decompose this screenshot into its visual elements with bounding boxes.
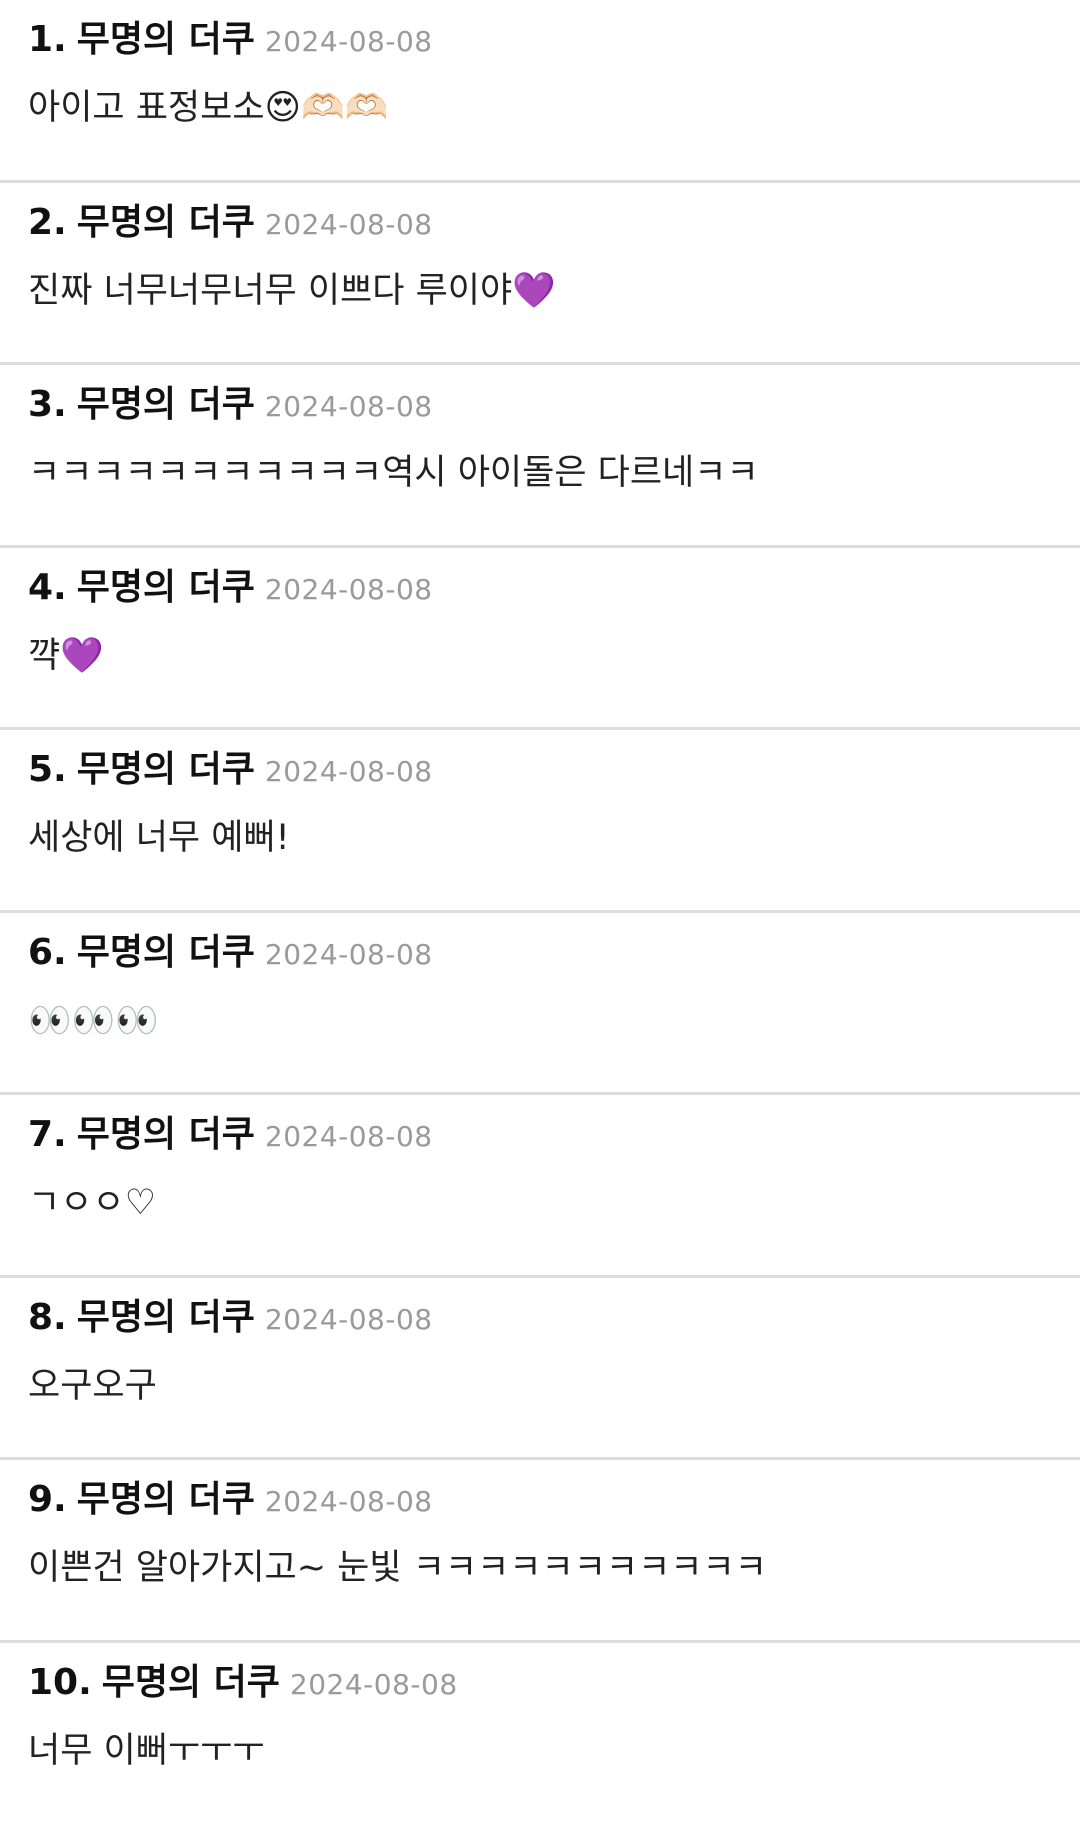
comment-number: 8. bbox=[28, 1292, 67, 1344]
comment-item[interactable]: 9. 무명의 더쿠 2024-08-08 이쁜건 알아가지고~ 눈빛 ㅋㅋㅋㅋㅋ… bbox=[0, 1460, 1080, 1643]
comment-text: 세상에 너무 예뻐! bbox=[28, 812, 1052, 864]
comment-number: 10. bbox=[28, 1657, 92, 1709]
comment-text: ㅋㅋㅋㅋㅋㅋㅋㅋㅋㅋㅋ역시 아이돌은 다르네ㅋㅋ bbox=[28, 447, 1052, 499]
comment-date: 2024-08-08 bbox=[265, 1476, 433, 1528]
comment-item[interactable]: 6. 무명의 더쿠 2024-08-08 👀👀👀 bbox=[0, 913, 1080, 1096]
comment-header: 4. 무명의 더쿠 2024-08-08 bbox=[28, 562, 1052, 614]
comment-number: 2. bbox=[28, 197, 67, 249]
comment-date: 2024-08-08 bbox=[265, 1111, 433, 1163]
comment-number: 3. bbox=[28, 379, 67, 431]
comment-author: 무명의 더쿠 bbox=[102, 1657, 280, 1709]
comment-number: 4. bbox=[28, 562, 67, 614]
comment-date: 2024-08-08 bbox=[265, 199, 433, 251]
comment-text: 👀👀👀 bbox=[28, 995, 1052, 1047]
comment-header: 8. 무명의 더쿠 2024-08-08 bbox=[28, 1292, 1052, 1344]
comment-date: 2024-08-08 bbox=[265, 1294, 433, 1346]
comment-header: 9. 무명의 더쿠 2024-08-08 bbox=[28, 1474, 1052, 1526]
comment-text: ㄱㅇㅇ♡ bbox=[28, 1177, 1052, 1229]
comment-date: 2024-08-08 bbox=[265, 564, 433, 616]
comment-item[interactable]: 1. 무명의 더쿠 2024-08-08 아이고 표정보소😍🫶🏻🫶🏻 bbox=[0, 0, 1080, 183]
comment-author: 무명의 더쿠 bbox=[77, 14, 255, 66]
comment-header: 3. 무명의 더쿠 2024-08-08 bbox=[28, 379, 1052, 431]
comment-header: 6. 무명의 더쿠 2024-08-08 bbox=[28, 927, 1052, 979]
comment-author: 무명의 더쿠 bbox=[77, 744, 255, 796]
comment-item[interactable]: 5. 무명의 더쿠 2024-08-08 세상에 너무 예뻐! bbox=[0, 730, 1080, 913]
comment-item[interactable]: 10. 무명의 더쿠 2024-08-08 너무 이뻐ㅜㅜㅜ bbox=[0, 1643, 1080, 1825]
comment-date: 2024-08-08 bbox=[265, 746, 433, 798]
comment-author: 무명의 더쿠 bbox=[77, 1109, 255, 1161]
comment-author: 무명의 더쿠 bbox=[77, 562, 255, 614]
comment-text: 이쁜건 알아가지고~ 눈빛 ㅋㅋㅋㅋㅋㅋㅋㅋㅋㅋㅋ bbox=[28, 1542, 1052, 1594]
comment-number: 9. bbox=[28, 1474, 67, 1526]
comment-item[interactable]: 2. 무명의 더쿠 2024-08-08 진짜 너무너무너무 이쁘다 루이야💜 bbox=[0, 183, 1080, 366]
comment-list: 1. 무명의 더쿠 2024-08-08 아이고 표정보소😍🫶🏻🫶🏻 2. 무명… bbox=[0, 0, 1080, 1825]
comment-text: 오구오구 bbox=[28, 1360, 1052, 1412]
comment-text: 진짜 너무너무너무 이쁘다 루이야💜 bbox=[28, 265, 1052, 317]
comment-item[interactable]: 4. 무명의 더쿠 2024-08-08 꺅💜 bbox=[0, 548, 1080, 731]
comment-author: 무명의 더쿠 bbox=[77, 1474, 255, 1526]
comment-text: 아이고 표정보소😍🫶🏻🫶🏻 bbox=[28, 82, 1052, 134]
comment-number: 6. bbox=[28, 927, 67, 979]
comment-date: 2024-08-08 bbox=[265, 16, 433, 68]
comment-author: 무명의 더쿠 bbox=[77, 1292, 255, 1344]
comment-number: 5. bbox=[28, 744, 67, 796]
comment-item[interactable]: 7. 무명의 더쿠 2024-08-08 ㄱㅇㅇ♡ bbox=[0, 1095, 1080, 1278]
comment-date: 2024-08-08 bbox=[290, 1659, 458, 1711]
comment-header: 2. 무명의 더쿠 2024-08-08 bbox=[28, 197, 1052, 249]
comment-item[interactable]: 3. 무명의 더쿠 2024-08-08 ㅋㅋㅋㅋㅋㅋㅋㅋㅋㅋㅋ역시 아이돌은 … bbox=[0, 365, 1080, 548]
comment-header: 10. 무명의 더쿠 2024-08-08 bbox=[28, 1657, 1052, 1709]
comment-text: 너무 이뻐ㅜㅜㅜ bbox=[28, 1725, 1052, 1777]
comment-header: 7. 무명의 더쿠 2024-08-08 bbox=[28, 1109, 1052, 1161]
comment-item[interactable]: 8. 무명의 더쿠 2024-08-08 오구오구 bbox=[0, 1278, 1080, 1461]
comment-date: 2024-08-08 bbox=[265, 381, 433, 433]
comment-author: 무명의 더쿠 bbox=[77, 379, 255, 431]
comment-header: 1. 무명의 더쿠 2024-08-08 bbox=[28, 14, 1052, 66]
comment-author: 무명의 더쿠 bbox=[77, 197, 255, 249]
comment-number: 7. bbox=[28, 1109, 67, 1161]
comment-header: 5. 무명의 더쿠 2024-08-08 bbox=[28, 744, 1052, 796]
comment-author: 무명의 더쿠 bbox=[77, 927, 255, 979]
comment-date: 2024-08-08 bbox=[265, 929, 433, 981]
comment-text: 꺅💜 bbox=[28, 630, 1052, 682]
comment-number: 1. bbox=[28, 14, 67, 66]
